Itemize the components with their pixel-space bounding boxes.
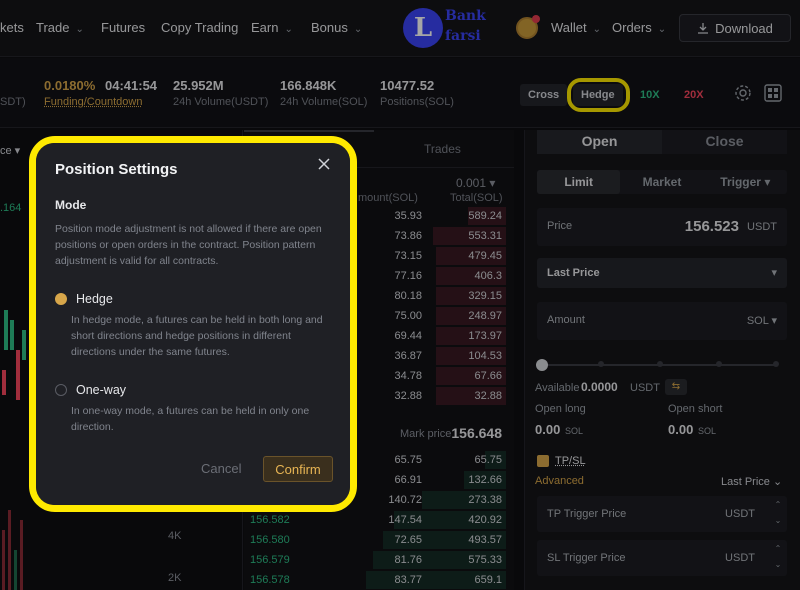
hedge-option-label[interactable]: Hedge — [76, 292, 113, 306]
one-way-option-label[interactable]: One-way — [76, 383, 126, 397]
modal-title: Position Settings — [55, 161, 178, 178]
hedge-option-description: In hedge mode, a futures can be held in … — [71, 314, 323, 358]
position-settings-modal: Position Settings Mode Position mode adj… — [36, 143, 350, 505]
confirm-button[interactable]: Confirm — [263, 456, 333, 482]
mode-heading: Mode — [55, 198, 87, 212]
one-way-option-description: In one-way mode, a futures can be held i… — [71, 405, 310, 433]
mode-intro-text: Position mode adjustment is not allowed … — [55, 223, 322, 267]
hedge-radio[interactable] — [55, 293, 67, 305]
one-way-radio[interactable] — [55, 384, 67, 396]
cancel-button[interactable]: Cancel — [201, 461, 241, 476]
close-icon[interactable] — [315, 155, 333, 173]
